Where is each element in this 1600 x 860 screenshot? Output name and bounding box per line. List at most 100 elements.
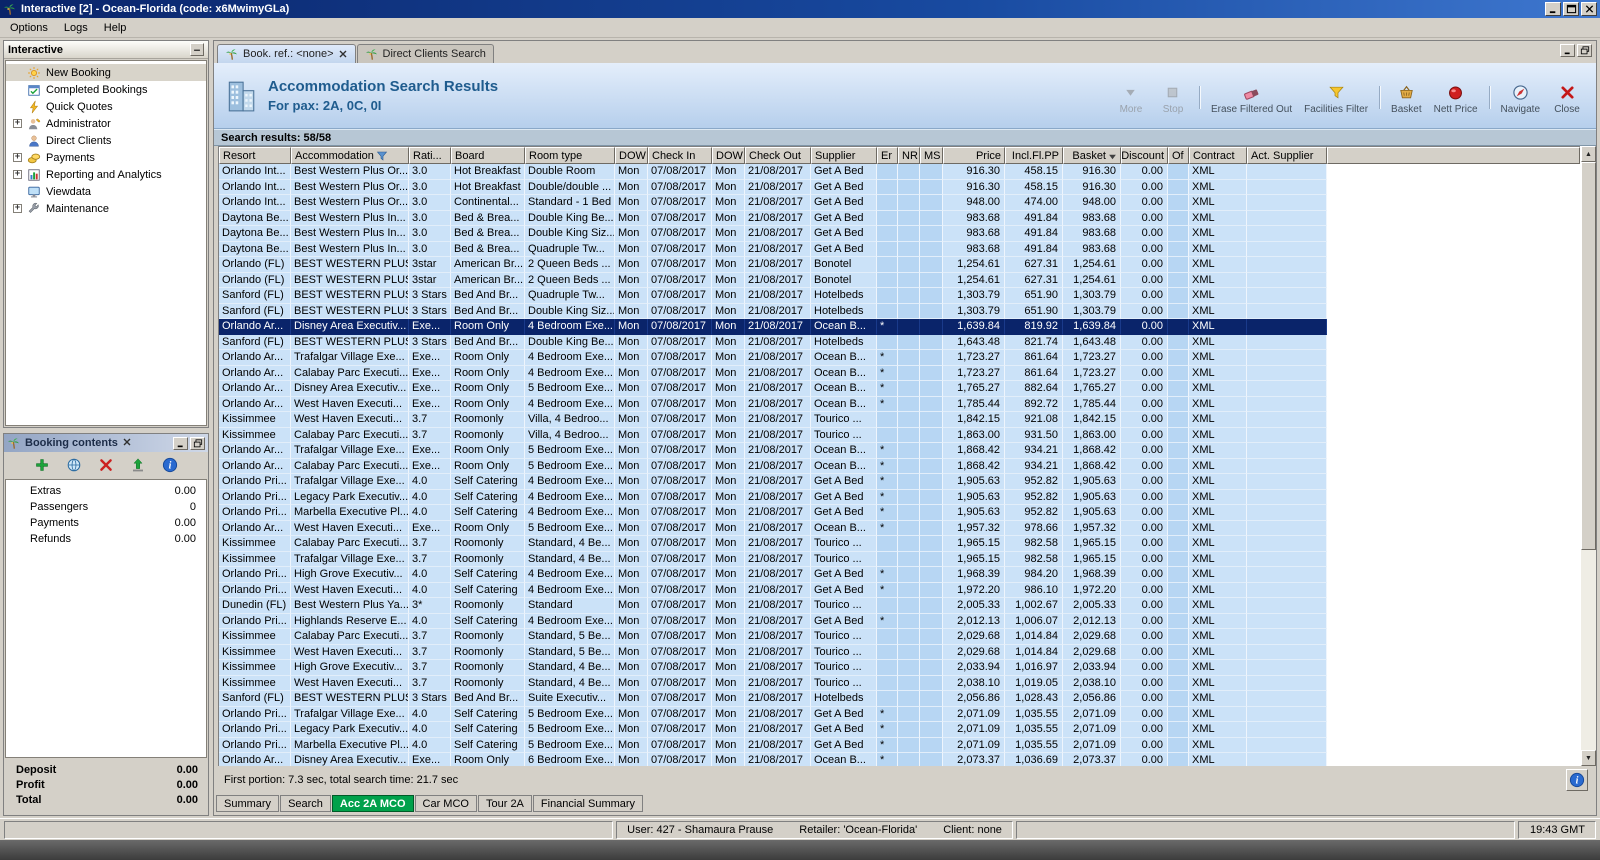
column-header-check-in[interactable]: Check In <box>648 147 712 164</box>
table-row[interactable]: Orlando Pri... High Grove Executiv... 4.0 S… <box>219 567 1580 583</box>
table-row[interactable]: Orlando Ar... Calabay Parc Executi... Exe.… <box>219 365 1580 381</box>
table-row[interactable]: Daytona Be... Best Western Plus In... 3.0 B… <box>219 241 1580 257</box>
collapse-button[interactable] <box>190 43 204 56</box>
table-row[interactable]: Daytona Be... Best Western Plus In... 3.0 B… <box>219 226 1580 242</box>
booking-restore-button[interactable] <box>190 436 205 450</box>
table-row[interactable]: Orlando Pri... Legacy Park Executiv... 4.0… <box>219 489 1580 505</box>
bottom-tab-financial-summary[interactable]: Financial Summary <box>532 795 644 812</box>
sidebar-item-administrator[interactable]: + Administrator <box>6 115 206 132</box>
column-header-rati[interactable]: Rati... <box>409 147 451 164</box>
table-row[interactable]: Kissimmee Calabay Parc Executi... 3.7 Roomo… <box>219 629 1580 645</box>
column-header-check-out[interactable]: Check Out <box>745 147 811 164</box>
export-button[interactable] <box>128 455 148 475</box>
table-row[interactable]: Kissimmee West Haven Executi... 3.7 Roomonl… <box>219 644 1580 660</box>
table-row[interactable]: Kissimmee West Haven Executi... 3.7 Roomonl… <box>219 412 1580 428</box>
stop-button[interactable]: Stop <box>1154 84 1192 115</box>
table-row[interactable]: Sanford (FL) BEST WESTERN PLUS... 3 Stars B… <box>219 288 1580 304</box>
table-row[interactable]: Orlando Pri... Marbella Executive Pl... 4.… <box>219 505 1580 521</box>
table-row[interactable]: Orlando (FL) BEST WESTERN PLUS... 3star Ame… <box>219 272 1580 288</box>
table-row[interactable]: Orlando Ar... Disney Area Executiv... Exe.… <box>219 319 1580 335</box>
column-header-room-type[interactable]: Room type <box>525 147 615 164</box>
table-row[interactable]: Sanford (FL) BEST WESTERN PLUS... 3 Stars B… <box>219 334 1580 350</box>
bottom-tab-car-mco[interactable]: Car MCO <box>414 795 477 812</box>
column-header-dow[interactable]: DOW <box>712 147 745 164</box>
table-row[interactable]: Dunedin (FL) Best Western Plus Ya... 3* Roo… <box>219 598 1580 614</box>
scroll-up-icon[interactable]: ▲ <box>1581 146 1596 162</box>
menu-logs[interactable]: Logs <box>56 20 96 36</box>
bottom-tab-search[interactable]: Search <box>280 795 331 812</box>
column-header-ms[interactable]: MS <box>920 147 943 164</box>
navigate-button[interactable]: Navigate <box>1497 84 1544 115</box>
sidebar-item-completed-bookings[interactable]: Completed Bookings <box>6 81 206 98</box>
table-row[interactable]: Orlando Ar... Disney Area Executiv... Exe.… <box>219 381 1580 397</box>
sidebar-item-maintenance[interactable]: + Maintenance <box>6 200 206 217</box>
scroll-down-icon[interactable]: ▼ <box>1581 750 1596 766</box>
menu-options[interactable]: Options <box>2 20 56 36</box>
table-row[interactable]: Kissimmee Calabay Parc Executi... 3.7 Roomo… <box>219 427 1580 443</box>
table-row[interactable]: Orlando Pri... West Haven Executi... 4.0 Se… <box>219 582 1580 598</box>
expand-icon[interactable]: + <box>13 153 22 162</box>
menu-help[interactable]: Help <box>96 20 135 36</box>
column-header-supplier[interactable]: Supplier <box>811 147 877 164</box>
table-row[interactable]: Orlando Ar... Disney Area Executiv... Exe.… <box>219 753 1580 766</box>
expand-icon[interactable]: + <box>13 119 22 128</box>
close-window-button[interactable] <box>1581 2 1597 16</box>
expand-icon[interactable]: + <box>13 204 22 213</box>
maximize-button[interactable] <box>1563 2 1579 16</box>
table-row[interactable]: Orlando Pri... Trafalgar Village Exe... 4.… <box>219 706 1580 722</box>
table-row[interactable]: Orlando Pri... Trafalgar Village Exe... 4.… <box>219 474 1580 490</box>
table-row[interactable]: Sanford (FL) BEST WESTERN PLUS... 3 Stars B… <box>219 691 1580 707</box>
expand-icon[interactable]: + <box>13 170 22 179</box>
sidebar-item-new-booking[interactable]: New Booking <box>6 64 206 81</box>
delete-item-button[interactable] <box>96 455 116 475</box>
sidebar-item-viewdata[interactable]: Viewdata <box>6 183 206 200</box>
sidebar-item-reporting-and-analytics[interactable]: + Reporting and Analytics <box>6 166 206 183</box>
column-header-resort[interactable]: Resort <box>219 147 291 164</box>
minimize-button[interactable] <box>1545 2 1561 16</box>
sidebar-item-payments[interactable]: + Payments <box>6 149 206 166</box>
tab-book-ref-none[interactable]: Book. ref.: <none> <box>217 44 356 63</box>
bottom-tab-tour-2a[interactable]: Tour 2A <box>477 795 532 812</box>
table-row[interactable]: Orlando Ar... Calabay Parc Executi... Exe.… <box>219 458 1580 474</box>
close-button[interactable]: Close <box>1548 84 1586 115</box>
table-row[interactable]: Orlando Pri... Highlands Reserve E... 4.0 S… <box>219 613 1580 629</box>
more-button[interactable]: More <box>1112 84 1150 115</box>
nett-price-button[interactable]: Nett Price <box>1430 84 1482 115</box>
table-row[interactable]: Sanford (FL) BEST WESTERN PLUS... 3 Stars B… <box>219 303 1580 319</box>
table-row[interactable]: Kissimmee High Grove Executiv... 3.7 Roomon… <box>219 660 1580 676</box>
facilities-filter-button[interactable]: Facilities Filter <box>1300 84 1372 115</box>
column-header-price[interactable]: Price <box>943 147 1005 164</box>
bottom-tab-acc-2a-mco[interactable]: Acc 2A MCO <box>331 795 414 812</box>
column-header-incl-fl-pp[interactable]: Incl.Fl.PP <box>1005 147 1063 164</box>
tab-direct-clients-search[interactable]: Direct Clients Search <box>356 44 494 63</box>
tab-close-icon[interactable] <box>338 49 348 59</box>
scroll-thumb[interactable] <box>1581 162 1596 551</box>
erase-filtered-out-button[interactable]: Erase Filtered Out <box>1207 84 1296 115</box>
scroll-track[interactable] <box>1581 162 1596 750</box>
column-header-board[interactable]: Board <box>451 147 525 164</box>
info-button[interactable]: i <box>1566 769 1588 791</box>
table-row[interactable]: Orlando Ar... West Haven Executi... Exe...… <box>219 520 1580 536</box>
table-row[interactable]: Orlando Int... Best Western Plus Or... 3.0… <box>219 179 1580 195</box>
column-header-dow[interactable]: DOW <box>615 147 648 164</box>
globe-button[interactable] <box>64 455 84 475</box>
table-row[interactable]: Orlando Pri... Legacy Park Executiv... 4.0… <box>219 722 1580 738</box>
bottom-tab-summary[interactable]: Summary <box>216 795 280 812</box>
column-header-nr[interactable]: NR <box>898 147 920 164</box>
column-header-of[interactable]: Of <box>1168 147 1189 164</box>
add-item-button[interactable] <box>32 455 52 475</box>
workspace-restore-button[interactable] <box>1577 44 1592 57</box>
booking-minimize-button[interactable] <box>173 436 188 450</box>
table-row[interactable]: Orlando Int... Best Western Plus Or... 3.0… <box>219 164 1580 180</box>
table-row[interactable]: Orlando Ar... West Haven Executi... Exe...… <box>219 396 1580 412</box>
info-button[interactable]: i <box>160 455 180 475</box>
table-row[interactable]: Kissimmee West Haven Executi... 3.7 Roomonl… <box>219 675 1580 691</box>
table-row[interactable]: Orlando Ar... Trafalgar Village Exe... Exe… <box>219 350 1580 366</box>
table-row[interactable]: Kissimmee Trafalgar Village Exe... 3.7 Room… <box>219 551 1580 567</box>
vertical-scrollbar[interactable]: ▲ ▼ <box>1580 146 1596 766</box>
column-header-contract[interactable]: Contract <box>1189 147 1247 164</box>
column-header-discount[interactable]: Discount <box>1121 147 1168 164</box>
sidebar-item-quick-quotes[interactable]: Quick Quotes <box>6 98 206 115</box>
column-header-er[interactable]: Er <box>877 147 898 164</box>
basket-button[interactable]: Basket <box>1387 84 1426 115</box>
